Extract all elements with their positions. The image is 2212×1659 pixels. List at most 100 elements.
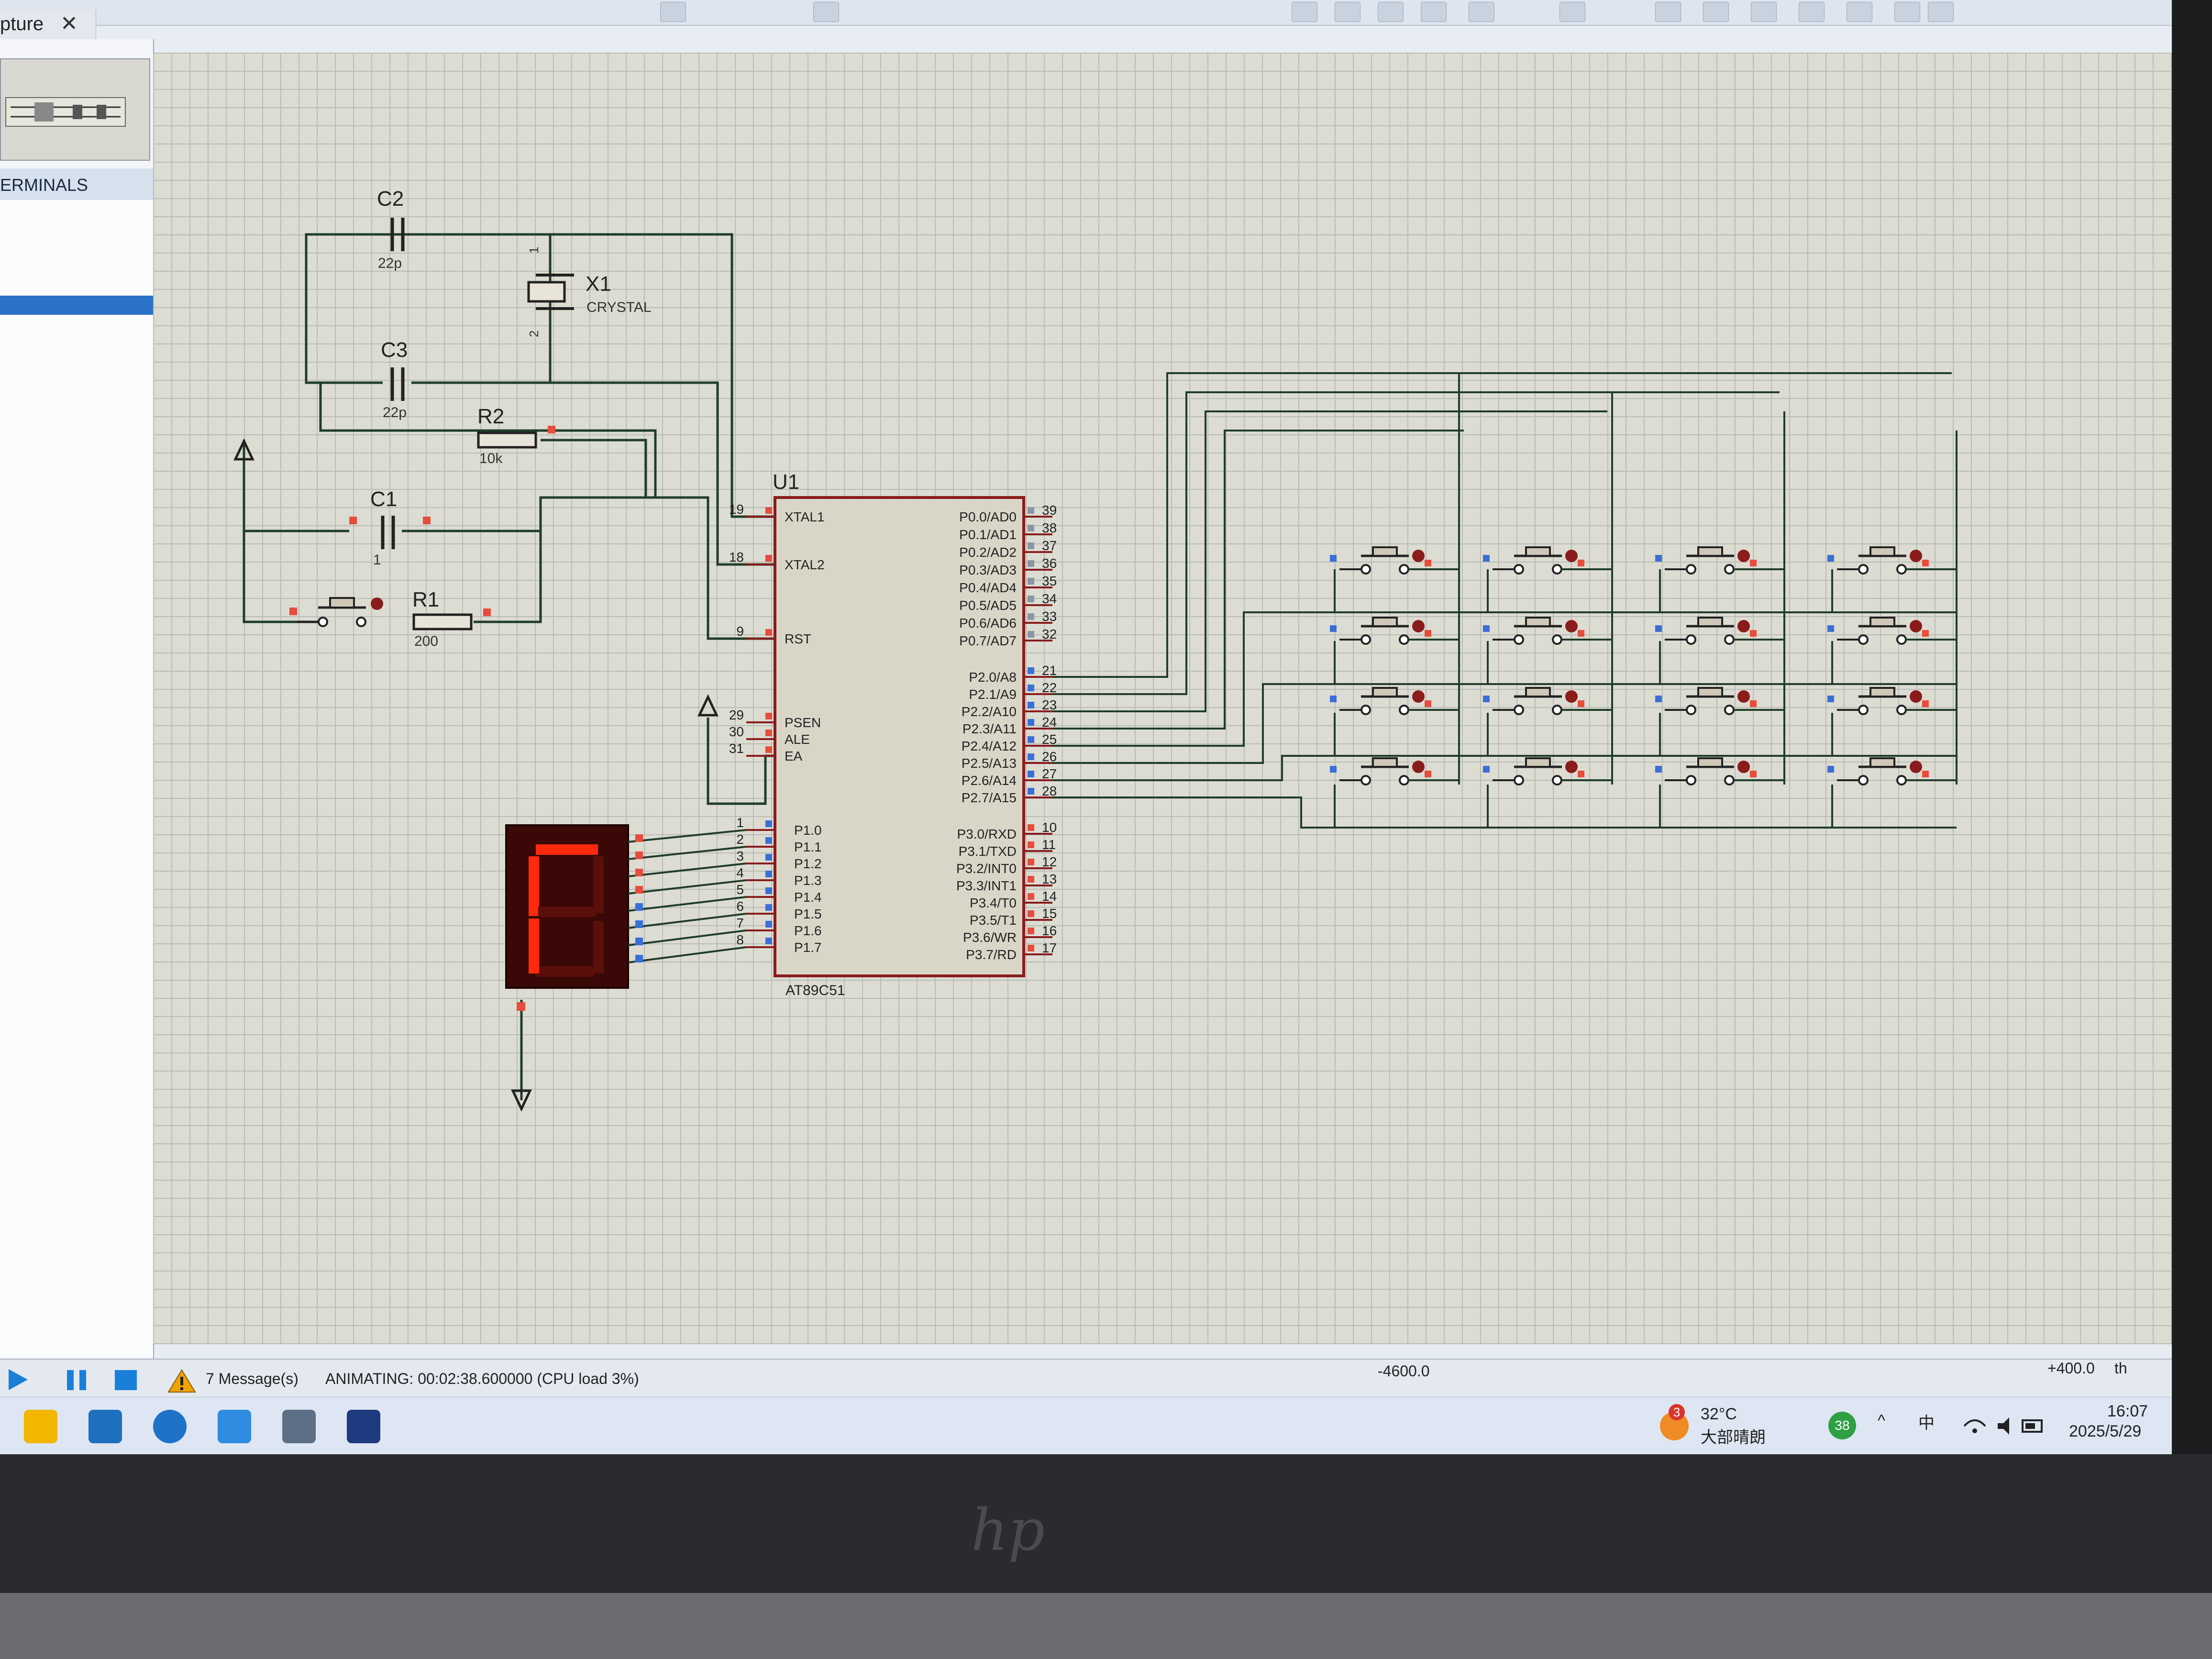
keypad-button[interactable] bbox=[1655, 617, 1784, 645]
reset-button[interactable] bbox=[289, 597, 383, 627]
capacitor-c2[interactable]: C2 22p bbox=[377, 187, 405, 271]
keypad-button[interactable] bbox=[1655, 757, 1784, 785]
toolbar-button[interactable] bbox=[1559, 2, 1585, 22]
terminals-header[interactable]: ERMINALS bbox=[0, 168, 153, 200]
toolbar-button[interactable] bbox=[1751, 2, 1777, 22]
pause-icon[interactable] bbox=[67, 1370, 74, 1390]
toolbar-button[interactable] bbox=[1847, 2, 1872, 22]
keypad-button[interactable] bbox=[1483, 687, 1612, 715]
pin-marker bbox=[765, 921, 772, 928]
wifi-icon[interactable] bbox=[1963, 1419, 1986, 1427]
pin-name: P1.4 bbox=[794, 890, 822, 905]
display-wire[interactable] bbox=[628, 896, 747, 912]
chevron-up-icon[interactable]: ^ bbox=[1878, 1412, 1885, 1430]
pin-number: 18 bbox=[729, 550, 744, 564]
close-icon[interactable]: ✕ bbox=[60, 11, 78, 36]
ime-indicator[interactable]: 中 bbox=[1918, 1410, 1935, 1433]
myhp-icon[interactable] bbox=[88, 1410, 122, 1443]
resistor-r2[interactable]: R2 10k bbox=[477, 405, 555, 466]
keypad-button[interactable] bbox=[1827, 617, 1957, 645]
terminals-list[interactable] bbox=[0, 200, 158, 1358]
power-terminal[interactable] bbox=[233, 438, 254, 461]
volume-icon[interactable] bbox=[1998, 1417, 2009, 1435]
messages-count[interactable]: 7 Message(s) bbox=[206, 1370, 299, 1388]
c1-value: 1 bbox=[373, 552, 381, 568]
zoom-icon[interactable] bbox=[1469, 2, 1494, 22]
proteus-icon[interactable] bbox=[282, 1410, 316, 1443]
toolbar-button[interactable] bbox=[1378, 2, 1404, 22]
keypad-button[interactable] bbox=[1655, 687, 1784, 715]
power-terminal-ea[interactable] bbox=[697, 694, 719, 717]
overview-preview[interactable] bbox=[0, 58, 150, 161]
file-explorer-icon[interactable] bbox=[24, 1410, 57, 1443]
warning-icon[interactable] bbox=[167, 1368, 196, 1393]
document-tab[interactable]: pture ✕ bbox=[0, 10, 96, 39]
toolbar-button[interactable] bbox=[1799, 2, 1825, 22]
toolbar-button[interactable] bbox=[660, 2, 686, 22]
toolbar-button[interactable] bbox=[1421, 2, 1447, 22]
keypad-4x4[interactable] bbox=[1330, 546, 1957, 785]
keypad-button[interactable] bbox=[1827, 546, 1957, 575]
pin-name: P3.1/TXD bbox=[959, 844, 1017, 859]
capacitor-c1[interactable]: C1 1 bbox=[349, 487, 431, 568]
keypad-button[interactable] bbox=[1483, 546, 1612, 575]
keypad-button[interactable] bbox=[1330, 617, 1459, 645]
keypad-button[interactable] bbox=[1827, 757, 1957, 785]
toolbar-button[interactable] bbox=[1703, 2, 1729, 22]
terminals-selected-item[interactable] bbox=[0, 296, 158, 315]
wire-xtal2[interactable] bbox=[411, 381, 775, 566]
display-wire[interactable] bbox=[628, 929, 747, 946]
clock-date[interactable]: 2025/5/29 bbox=[2069, 1422, 2141, 1441]
app-icon[interactable] bbox=[218, 1410, 251, 1443]
pin-name: P0.0/AD0 bbox=[959, 509, 1017, 524]
keypad-row-wire[interactable] bbox=[1052, 755, 1957, 781]
toolbar-button[interactable] bbox=[1292, 2, 1317, 22]
pin-name: P2.4/A12 bbox=[962, 739, 1017, 753]
keypad-column-wire[interactable] bbox=[1052, 391, 1780, 695]
wire-reset-net[interactable] bbox=[539, 496, 655, 531]
display-wire[interactable] bbox=[628, 879, 747, 895]
display-wire[interactable] bbox=[628, 846, 747, 860]
keypad-row-wire[interactable] bbox=[1052, 683, 1957, 764]
keypad-button[interactable] bbox=[1483, 757, 1612, 785]
keypad-row-wire[interactable] bbox=[1052, 796, 1957, 829]
help-icon[interactable] bbox=[153, 1410, 187, 1443]
capacitor-c3[interactable]: C3 22p bbox=[381, 338, 408, 420]
keypad-button[interactable] bbox=[1483, 617, 1612, 645]
pin-number: 38 bbox=[1042, 520, 1057, 535]
stop-icon[interactable] bbox=[115, 1370, 137, 1390]
display-wire[interactable] bbox=[628, 829, 747, 843]
pin-name: P1.7 bbox=[794, 940, 822, 955]
pin-marker bbox=[765, 730, 772, 736]
pin-marker bbox=[1827, 625, 1834, 632]
toolbar-button[interactable] bbox=[1928, 2, 1954, 22]
pin-marker bbox=[635, 834, 643, 842]
keypad-button[interactable] bbox=[1330, 757, 1459, 785]
pin-name: EA bbox=[785, 749, 803, 763]
keypad-button[interactable] bbox=[1827, 687, 1957, 715]
pin-marker bbox=[1655, 766, 1662, 773]
crystal-x1[interactable]: X1 CRYSTAL 1 2 bbox=[527, 247, 652, 337]
schematic-canvas[interactable]: C2 22p C3 22p X1 CRYSTAL 1 2 R2 10k C1 1… bbox=[153, 53, 2172, 1344]
pin-marker bbox=[1028, 542, 1034, 549]
toolbar-button[interactable] bbox=[1655, 2, 1681, 22]
display-wire[interactable] bbox=[628, 863, 747, 877]
microcontroller-u1[interactable]: U1 AT89C51 19XTAL118XTAL29RST29PSEN30ALE… bbox=[729, 470, 1057, 998]
keypad-button[interactable] bbox=[1330, 687, 1459, 715]
display-wire[interactable] bbox=[628, 913, 747, 929]
toolbar-button[interactable] bbox=[1894, 2, 1920, 22]
keil-icon[interactable] bbox=[347, 1410, 380, 1443]
tray-badge[interactable]: 38 bbox=[1828, 1412, 1856, 1439]
display-wire[interactable] bbox=[628, 946, 747, 963]
resistor-r1[interactable]: R1 200 bbox=[412, 588, 491, 649]
keypad-button[interactable] bbox=[1655, 546, 1784, 575]
play-icon[interactable] bbox=[9, 1369, 28, 1390]
seven-segment-display[interactable] bbox=[505, 824, 747, 1011]
toolbar-button[interactable] bbox=[1335, 2, 1360, 22]
keypad-button[interactable] bbox=[1330, 546, 1459, 575]
toolbar-button[interactable] bbox=[813, 2, 839, 22]
wire-r2[interactable] bbox=[541, 439, 647, 498]
clock-time[interactable]: 16:07 bbox=[2107, 1402, 2148, 1421]
keypad-row-wire[interactable] bbox=[1052, 611, 1957, 747]
segment-e bbox=[529, 918, 539, 973]
